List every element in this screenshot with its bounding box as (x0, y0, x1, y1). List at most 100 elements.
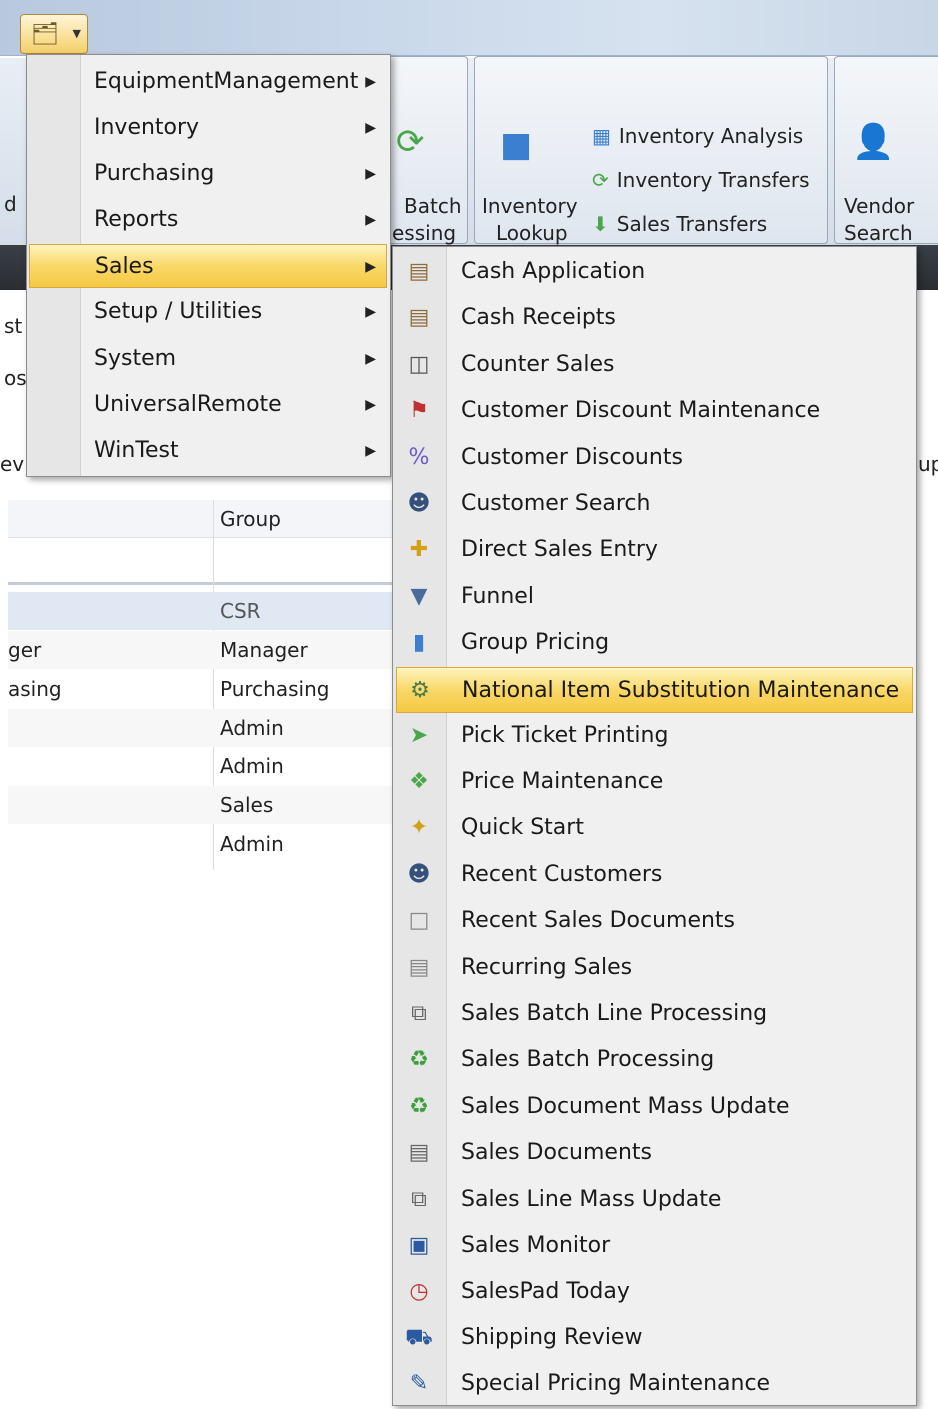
submenu-item-sales-monitor[interactable]: ▣ Sales Monitor (393, 1223, 916, 1269)
inventory-analysis-button[interactable]: ▦ Inventory Analysis (592, 124, 803, 148)
table-row[interactable]: Admin (8, 747, 393, 785)
submenu-item-special-pricing-maintenance[interactable]: ✎ Special Pricing Maintenance (393, 1361, 916, 1407)
chart-icon: ▦ (592, 124, 611, 148)
submenu-item-sales-documents[interactable]: ▤ Sales Documents (393, 1130, 916, 1176)
vendor-search-label-1[interactable]: Vendor (844, 193, 914, 220)
add-entry-icon: ✚ (409, 537, 429, 562)
grid-filter-row[interactable] (8, 547, 393, 585)
folder-icon: 🗂 (31, 22, 59, 47)
submenu-item-label: Funnel (461, 584, 534, 609)
table-row[interactable]: Sales (8, 786, 393, 824)
inventory-lookup-icon[interactable]: ■ (500, 125, 532, 165)
inventory-transfers-label: Inventory Transfers (616, 168, 810, 192)
submenu-item-cash-application[interactable]: ▤ Cash Application (393, 249, 916, 295)
table-row[interactable]: CSR (8, 592, 393, 630)
monitor-icon: ▣ (408, 1233, 430, 1258)
submenu-item-direct-sales-entry[interactable]: ✚ Direct Sales Entry (393, 527, 916, 573)
submenu-arrow-icon: ▶ (365, 443, 376, 459)
cell-name: ger (8, 638, 42, 662)
menu-item-setup-utilities[interactable]: Setup / Utilities ▶ (27, 290, 390, 334)
submenu-item-label: Counter Sales (461, 352, 615, 377)
sales-transfers-button[interactable]: ⬇ Sales Transfers (592, 212, 767, 236)
recurring-document-icon: ▤ (408, 955, 430, 980)
fragment-os: os (4, 366, 27, 390)
submenu-item-pick-ticket-printing[interactable]: ➤ Pick Ticket Printing (393, 713, 916, 759)
submenu-item-label: National Item Substitution Maintenance (462, 678, 900, 703)
vendor-search-label-2[interactable]: Search (844, 220, 913, 247)
submenu-item-label: Sales Batch Processing (461, 1047, 715, 1072)
submenu-item-sales-line-mass-update[interactable]: ⧉ Sales Line Mass Update (393, 1177, 916, 1223)
submenu-item-price-maintenance[interactable]: ❖ Price Maintenance (393, 759, 916, 805)
cash-application-icon: ▤ (408, 259, 430, 284)
submenu-item-customer-search[interactable]: ☻ Customer Search (393, 481, 916, 527)
submenu-item-cash-receipts[interactable]: ▤ Cash Receipts (393, 295, 916, 341)
submenu-item-national-item-substitution-maintenance[interactable]: ⚙ National Item Substitution Maintenance (396, 667, 913, 713)
cell-group: Purchasing (220, 677, 330, 701)
submenu-item-funnel[interactable]: ▼ Funnel (393, 574, 916, 620)
submenu-item-sales-batch-processing[interactable]: ♻ Sales Batch Processing (393, 1037, 916, 1083)
submenu-item-shipping-review[interactable]: ⛟ Shipping Review (393, 1315, 916, 1361)
submenu-item-sales-document-mass-update[interactable]: ♻ Sales Document Mass Update (393, 1084, 916, 1130)
inventory-lookup-label-2[interactable]: Lookup (496, 220, 568, 247)
recycle-icon: ♻ (409, 1047, 429, 1072)
submenu-item-customer-discount-maintenance[interactable]: ⚑ Customer Discount Maintenance (393, 388, 916, 434)
submenu-item-customer-discounts[interactable]: % Customer Discounts (393, 435, 916, 481)
batch-processing-label-2[interactable]: essing (392, 220, 456, 247)
submenu-item-salespad-today[interactable]: ◷ SalesPad Today (393, 1269, 916, 1315)
submenu-item-label: Cash Receipts (461, 305, 616, 330)
menu-item-reports[interactable]: Reports ▶ (27, 198, 390, 242)
submenu-item-counter-sales[interactable]: ◫ Counter Sales (393, 342, 916, 388)
menu-item-universal-remote[interactable]: UniversalRemote ▶ (27, 383, 390, 427)
menu-item-inventory[interactable]: Inventory ▶ (27, 106, 390, 150)
cell-group: Manager (220, 638, 308, 662)
pencil-icon: ✎ (409, 1371, 429, 1396)
register-icon: ◫ (408, 352, 430, 377)
submenu-item-label: Sales Batch Line Processing (461, 1001, 768, 1026)
menu-item-label: Setup / Utilities (94, 299, 263, 324)
cell-group: Admin (220, 754, 284, 778)
submenu-item-sales-batch-line-processing[interactable]: ⧉ Sales Batch Line Processing (393, 991, 916, 1037)
table-row[interactable]: ger Manager (8, 631, 393, 669)
inventory-transfers-button[interactable]: ⟳ Inventory Transfers (592, 168, 810, 192)
submenu-item-label: Quick Start (461, 815, 584, 840)
cell-name: asing (8, 677, 62, 701)
table-row[interactable]: Admin (8, 709, 393, 747)
vendor-search-icon[interactable]: 👤 (852, 122, 894, 162)
fragment-up: up (918, 452, 938, 476)
submenu-item-label: Sales Documents (461, 1140, 652, 1165)
submenu-item-label: Special Pricing Maintenance (461, 1371, 771, 1396)
submenu-item-recent-customers[interactable]: ☻ Recent Customers (393, 852, 916, 898)
inventory-lookup-label-1[interactable]: Inventory (482, 193, 578, 220)
submenu-item-label: Group Pricing (461, 630, 610, 655)
grid-header-row: Group (8, 500, 393, 538)
cash-receipts-icon: ▤ (408, 305, 430, 330)
menu-item-equipment-management[interactable]: EquipmentManagement ▶ (27, 60, 390, 104)
submenu-item-label: Recurring Sales (461, 955, 633, 980)
submenu-item-quick-start[interactable]: ✦ Quick Start (393, 805, 916, 851)
title-bar: 🗂 ▼ (0, 0, 938, 56)
menu-item-label: WinTest (94, 438, 179, 463)
submenu-item-recurring-sales[interactable]: ▤ Recurring Sales (393, 945, 916, 991)
person-search-icon: ☻ (407, 491, 431, 516)
discount-tag-icon: ⚑ (409, 398, 429, 423)
table-row[interactable]: asing Purchasing (8, 670, 393, 708)
menu-item-sales[interactable]: Sales ▶ (29, 244, 387, 288)
truck-icon: ⛟ (405, 1325, 433, 1350)
submenu-item-group-pricing[interactable]: ▮ Group Pricing (393, 620, 916, 666)
percent-icon: % (408, 445, 430, 470)
submenu-item-label: Sales Line Mass Update (461, 1187, 722, 1212)
submenu-arrow-icon: ▶ (365, 351, 376, 367)
batch-processing-label-1[interactable]: Batch (404, 193, 462, 220)
sales-transfers-label: Sales Transfers (616, 212, 768, 236)
submenu-item-recent-sales-documents[interactable]: □ Recent Sales Documents (393, 898, 916, 944)
menu-item-wintest[interactable]: WinTest ▶ (27, 429, 390, 473)
menu-item-purchasing[interactable]: Purchasing ▶ (27, 152, 390, 196)
batch-processing-icon[interactable]: ⟳ (396, 122, 425, 162)
column-header-group[interactable]: Group (220, 500, 281, 538)
application-menu-button[interactable]: 🗂 ▼ (20, 14, 88, 54)
menu-item-label: Sales (95, 254, 154, 279)
menu-item-system[interactable]: System ▶ (27, 337, 390, 381)
submenu-arrow-icon: ▶ (365, 397, 376, 413)
table-row[interactable]: Admin (8, 825, 393, 863)
transfer-icon: ⟳ (592, 168, 609, 192)
